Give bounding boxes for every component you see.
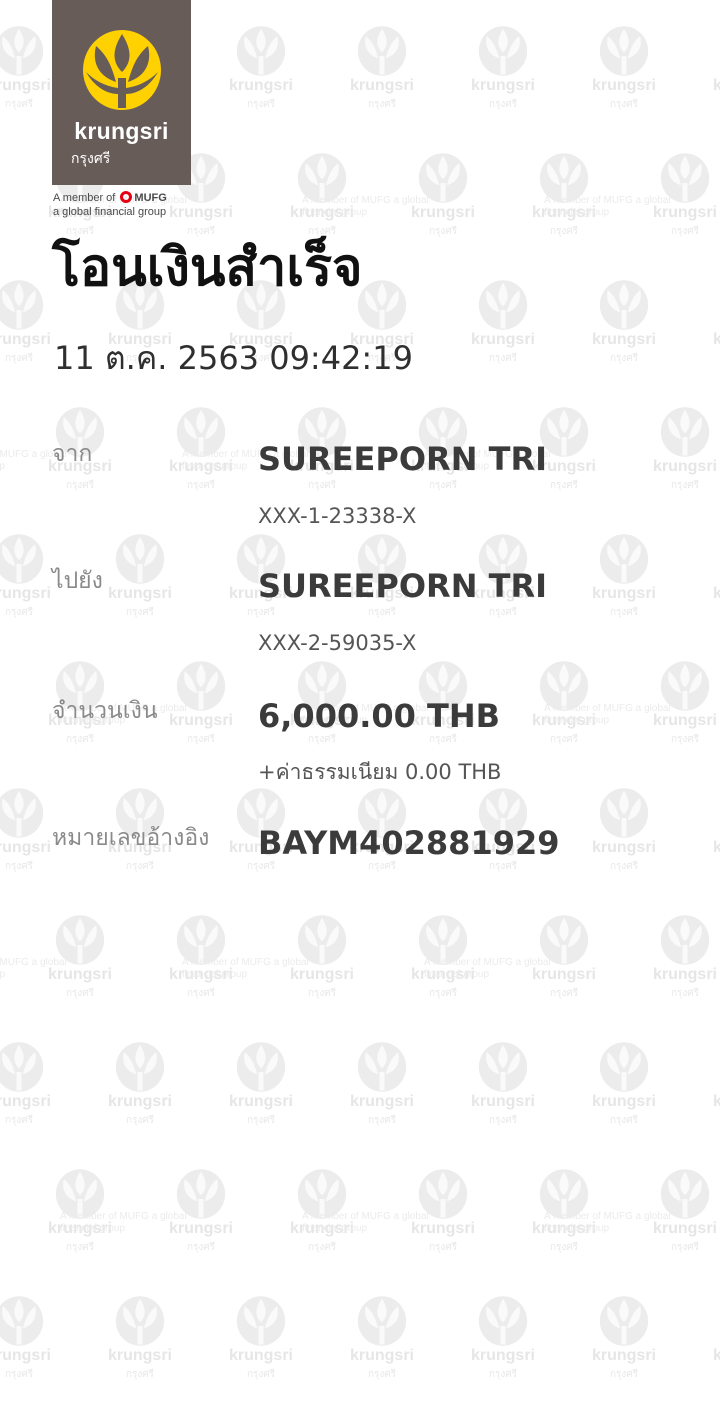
amount-label: จำนวนเงิน (52, 698, 158, 724)
to-name: SUREEPORN TRI (258, 567, 547, 605)
from-name: SUREEPORN TRI (258, 440, 547, 478)
to-account: XXX-2-59035-X (258, 631, 417, 655)
reference-value: BAYM402881929 (258, 824, 560, 862)
to-label: ไปยัง (52, 568, 103, 594)
from-account: XXX-1-23338-X (258, 504, 417, 528)
page-title: โอนเงินสำเร็จ (52, 238, 363, 298)
transaction-datetime: 11 ต.ค. 2563 09:42:19 (54, 339, 413, 377)
transfer-slip: โอนเงินสำเร็จ 11 ต.ค. 2563 09:42:19 จาก … (0, 0, 720, 1421)
reference-label: หมายเลขอ้างอิง (52, 825, 210, 851)
fee-value: +ค่าธรรมเนียม 0.00 THB (258, 760, 502, 784)
amount-value: 6,000.00 THB (258, 697, 501, 735)
from-label: จาก (52, 441, 93, 467)
